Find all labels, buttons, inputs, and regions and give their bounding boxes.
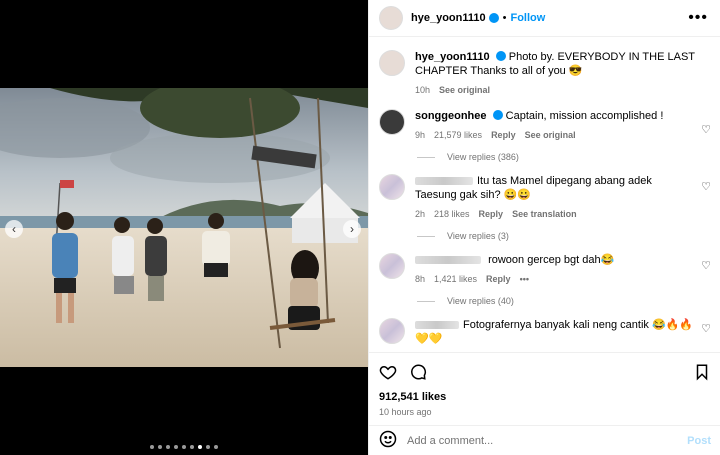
post-comment-button[interactable]: Post: [687, 435, 711, 447]
post-actions: 912,541 likes 10 hours ago: [369, 352, 720, 417]
post-sidebar: hye_yoon1110 • Follow ••• hye_yoon1110 P…: [368, 0, 720, 455]
carousel-dot: [214, 445, 218, 449]
carousel-dot: [158, 445, 162, 449]
view-replies-label: View replies (40): [447, 296, 514, 306]
carousel-dot: [166, 445, 170, 449]
verified-badge-icon: [495, 51, 506, 61]
comment: rowoon gercep bgt dah😂 8h 1,421 likes Repl…: [369, 241, 720, 286]
commenter-username[interactable]: songgeonhee: [415, 110, 487, 122]
comment: songgeonhee Captain, mission accomplishe…: [369, 97, 720, 142]
comment-time: 2h: [415, 209, 426, 219]
reply-button[interactable]: Reply: [491, 130, 516, 140]
comments-list: hye_yoon1110 Photo by. EVERYBODY IN THE …: [369, 38, 720, 350]
like-comment-heart-icon[interactable]: ♡: [701, 322, 711, 335]
comment-text: Captain, mission accomplished !: [505, 110, 664, 122]
blurred-username[interactable]: [415, 177, 473, 186]
comment-likes[interactable]: 218 likes: [434, 209, 470, 219]
see-translation-link[interactable]: See translation: [512, 209, 577, 219]
carousel-dot: [182, 445, 186, 449]
like-count[interactable]: 912,541 likes: [379, 391, 711, 403]
add-comment-bar: Add a comment... Post: [369, 425, 720, 455]
bookmark-icon[interactable]: [693, 363, 711, 384]
commenter-avatar[interactable]: [379, 109, 405, 135]
comment-likes[interactable]: 1,421 likes: [434, 274, 477, 284]
view-replies-label: View replies (3): [447, 231, 509, 241]
reply-button[interactable]: Reply: [479, 209, 504, 219]
carousel-dot: [174, 445, 178, 449]
follow-button[interactable]: Follow: [510, 12, 545, 24]
reply-button[interactable]: Reply: [486, 274, 511, 284]
commenter-avatar[interactable]: [379, 318, 405, 344]
chevron-right-icon: ›: [350, 222, 354, 236]
carousel-dot: [206, 445, 210, 449]
carousel-dot: [190, 445, 194, 449]
author-username[interactable]: hye_yoon1110: [411, 12, 486, 24]
comment-time: 8h: [415, 274, 426, 284]
view-replies-button[interactable]: View replies (40): [417, 296, 720, 306]
see-original-link[interactable]: See original: [525, 130, 576, 140]
comment-options-icon[interactable]: •••: [520, 274, 529, 284]
post-photo: [0, 88, 368, 367]
replies-line: [417, 156, 435, 158]
comment: Itu tas Mamel dipegang abang adek Taesun…: [369, 162, 720, 221]
view-replies-button[interactable]: View replies (3): [417, 231, 720, 241]
view-replies-button[interactable]: View replies (386): [417, 152, 720, 162]
comment: Fotografernya banyak kali neng cantik 😂🔥…: [369, 306, 720, 346]
blurred-username[interactable]: [415, 256, 481, 265]
author-avatar[interactable]: [379, 50, 405, 76]
chevron-left-icon: ‹: [12, 222, 16, 236]
carousel-indicator: [0, 445, 368, 449]
prev-image-button[interactable]: ‹: [5, 220, 23, 238]
next-image-button[interactable]: ›: [343, 220, 361, 238]
author-avatar[interactable]: [379, 6, 403, 30]
media-panel: ‹ ›: [0, 0, 368, 455]
post-time: 10 hours ago: [379, 407, 432, 417]
post-header: hye_yoon1110 • Follow •••: [369, 0, 720, 37]
comment-text: rowoon gercep bgt dah😂: [488, 254, 615, 266]
add-comment-input[interactable]: Add a comment...: [407, 435, 687, 447]
replies-line: [417, 235, 435, 237]
heart-icon[interactable]: [379, 363, 397, 384]
see-original-link[interactable]: See original: [439, 85, 490, 95]
like-comment-heart-icon[interactable]: ♡: [701, 259, 711, 272]
caption: hye_yoon1110 Photo by. EVERYBODY IN THE …: [369, 38, 720, 97]
comment-time: 9h: [415, 130, 426, 140]
commenter-avatar[interactable]: [379, 174, 405, 200]
emoji-icon[interactable]: [379, 430, 397, 451]
comment-likes[interactable]: 21,579 likes: [434, 130, 482, 140]
like-comment-heart-icon[interactable]: ♡: [701, 123, 711, 136]
carousel-dot: [150, 445, 154, 449]
caption-username[interactable]: hye_yoon1110: [415, 51, 490, 63]
more-options-icon[interactable]: •••: [688, 9, 708, 27]
blurred-username[interactable]: [415, 321, 459, 330]
like-comment-heart-icon[interactable]: ♡: [701, 180, 711, 193]
separator-dot: •: [502, 12, 507, 24]
replies-line: [417, 300, 435, 302]
caption-time: 10h: [415, 85, 431, 95]
carousel-dot: [198, 445, 202, 449]
instagram-post-view: ‹ › hye_yoon1110 • Follow ••• hye_yoon11…: [0, 0, 720, 455]
verified-badge-icon: [492, 110, 503, 120]
view-replies-label: View replies (386): [447, 152, 519, 162]
comment-icon[interactable]: [409, 363, 427, 384]
verified-badge-icon: [488, 13, 499, 23]
commenter-avatar[interactable]: [379, 253, 405, 279]
